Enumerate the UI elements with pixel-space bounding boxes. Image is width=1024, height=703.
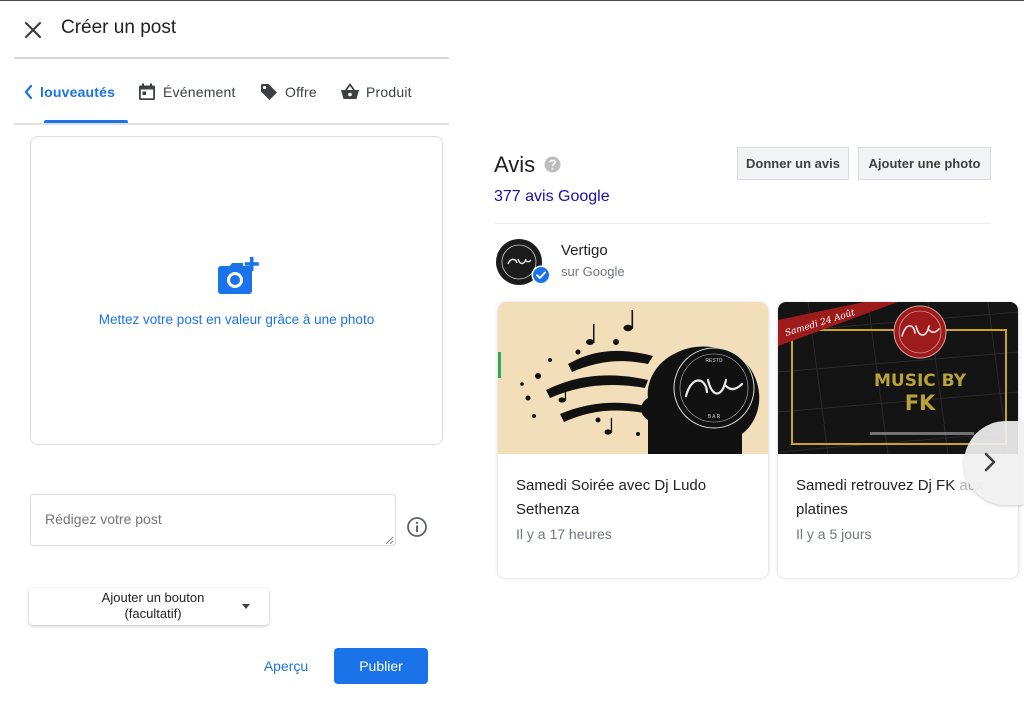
tag-icon bbox=[261, 84, 277, 100]
close-icon[interactable] bbox=[22, 19, 44, 41]
chevron-left-icon[interactable] bbox=[22, 83, 36, 101]
profile-source: sur Google bbox=[561, 264, 625, 279]
tab-label: Événement bbox=[163, 84, 236, 100]
post-title: Samedi Soirée avec Dj Ludo Sethenza bbox=[516, 477, 707, 518]
add-photo-icon bbox=[218, 257, 259, 294]
post-card[interactable]: RESTO B A R Samedi Soirée avec Dj Ludo S… bbox=[498, 302, 768, 578]
profile-name[interactable]: Vertigo bbox=[561, 242, 608, 259]
post-type-tabs: louveautés Événement Offre Produit bbox=[14, 60, 449, 124]
add-button-dropdown[interactable]: Ajouter un bouton (facultatif) bbox=[29, 588, 269, 625]
tab-offre[interactable]: Offre bbox=[259, 78, 317, 106]
verified-badge-icon bbox=[531, 265, 551, 285]
add-button-line1: Ajouter un bouton bbox=[101, 590, 205, 605]
info-icon[interactable] bbox=[406, 516, 428, 538]
tab-label: Offre bbox=[285, 84, 317, 100]
svg-text:B A R: B A R bbox=[708, 414, 721, 420]
chevron-right-icon bbox=[984, 452, 996, 472]
tab-produit[interactable]: Produit bbox=[340, 78, 412, 106]
window-top-border bbox=[0, 0, 1024, 1]
calendar-icon bbox=[139, 83, 155, 100]
header-divider bbox=[14, 57, 449, 59]
accent-mark bbox=[498, 352, 501, 378]
tabs-divider bbox=[14, 123, 449, 125]
reviews-divider bbox=[494, 223, 991, 224]
image-line-2: FK bbox=[905, 391, 936, 415]
post-time: Il y a 17 heures bbox=[516, 526, 612, 542]
give-review-button[interactable]: Donner un avis bbox=[737, 147, 849, 180]
add-photo-button[interactable]: Ajouter une photo bbox=[858, 147, 991, 180]
google-reviews-link[interactable]: 377 avis Google bbox=[494, 188, 610, 206]
photo-upload-area[interactable]: Mettez votre post en valeur grâce à une … bbox=[30, 136, 443, 445]
image-line-1: MUSIC BY bbox=[874, 371, 967, 391]
post-title-line2: platines bbox=[796, 501, 848, 518]
post-title-main: Samedi retrouvez Dj FK bbox=[796, 477, 956, 494]
svg-text:RESTO: RESTO bbox=[705, 358, 722, 364]
dialog-title: Créer un post bbox=[61, 17, 177, 38]
help-icon[interactable] bbox=[544, 156, 561, 173]
tab-evenement[interactable]: Événement bbox=[137, 78, 236, 106]
caret-down-icon bbox=[242, 604, 250, 609]
photo-upload-label: Mettez votre post en valeur grâce à une … bbox=[98, 312, 375, 327]
reviews-title: Avis bbox=[494, 152, 536, 177]
tab-label: louveautés bbox=[40, 84, 116, 100]
tab-label: Produit bbox=[366, 84, 412, 100]
add-button-label: Ajouter un bouton (facultatif) bbox=[69, 590, 237, 622]
post-text-input[interactable] bbox=[30, 494, 396, 546]
basket-icon bbox=[341, 82, 359, 99]
add-button-line2: (facultatif) bbox=[124, 606, 182, 621]
preview-button[interactable]: Aperçu bbox=[256, 651, 316, 681]
post-time: Il y a 5 jours bbox=[796, 526, 872, 542]
post-image: RESTO B A R bbox=[498, 302, 768, 454]
publish-button[interactable]: Publier bbox=[334, 648, 428, 684]
tab-nouveautes[interactable]: louveautés bbox=[40, 78, 115, 106]
